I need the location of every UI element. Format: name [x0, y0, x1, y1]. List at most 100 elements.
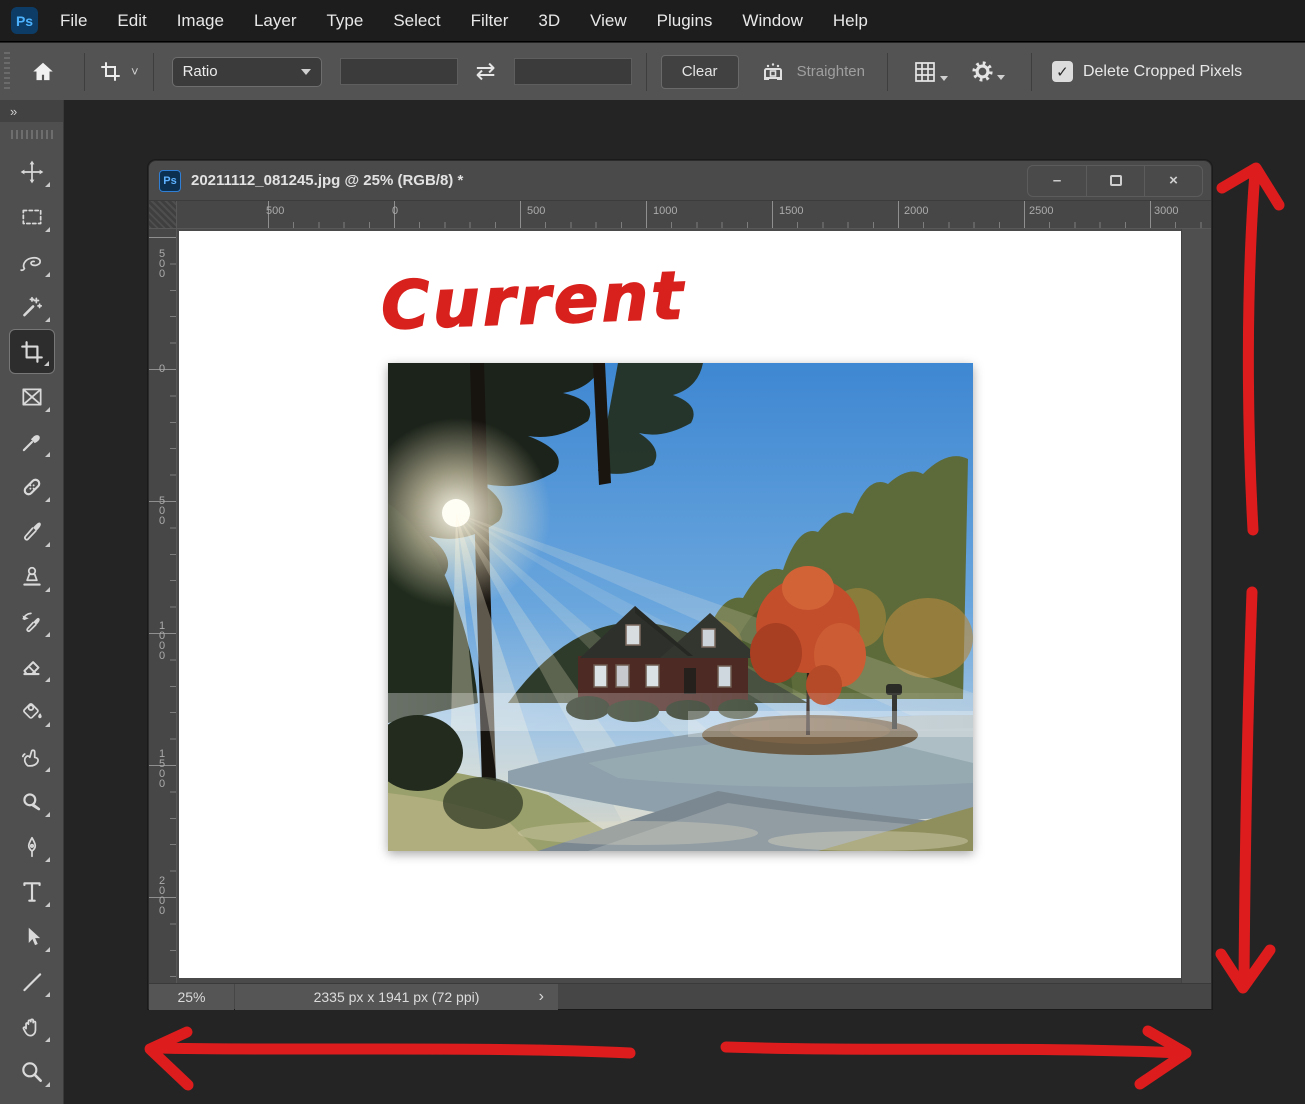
status-chevron-icon[interactable]: ›: [539, 988, 544, 1006]
home-icon[interactable]: [30, 59, 56, 85]
tool-brush[interactable]: [9, 509, 55, 554]
delete-cropped-pixels-label: Delete Cropped Pixels: [1082, 62, 1243, 80]
clear-button[interactable]: Clear: [660, 54, 739, 89]
canvas-area[interactable]: Current: [177, 229, 1211, 983]
magic-wand-icon: [22, 296, 42, 316]
current-annotation-text: Current: [380, 257, 687, 345]
menu-file[interactable]: File: [60, 11, 87, 31]
tool-clone-stamp[interactable]: [9, 554, 55, 599]
tool-rectangular-marquee[interactable]: [9, 194, 55, 239]
tool-magic-wand[interactable]: [9, 284, 55, 329]
pen-icon: [27, 836, 36, 857]
tool-history-brush[interactable]: [9, 599, 55, 644]
tool-spot-healing-brush[interactable]: [9, 464, 55, 509]
dodge-icon: [22, 792, 40, 810]
menu-layer[interactable]: Layer: [254, 11, 297, 31]
checkbox-checked-icon[interactable]: ✓: [1051, 61, 1073, 82]
ruler-mark: 1500: [158, 748, 166, 790]
menu-plugins[interactable]: Plugins: [657, 11, 713, 31]
minimize-button[interactable]: –: [1028, 166, 1086, 196]
document-titlebar[interactable]: Ps 20211112_081245.jpg @ 25% (RGB/8) * –…: [149, 161, 1211, 201]
tool-lasso[interactable]: [9, 239, 55, 284]
frame-icon: [21, 388, 42, 405]
red-arrow-left-head: [144, 1026, 194, 1091]
tool-line[interactable]: [9, 959, 55, 1004]
smudge-finger-icon: [21, 748, 39, 767]
canvas[interactable]: Current: [179, 231, 1181, 978]
crop-overlay-options-button[interactable]: [912, 59, 948, 85]
menu-bar: Ps File Edit Image Layer Type Select Fil…: [0, 0, 1305, 42]
tool-type[interactable]: [9, 869, 55, 914]
crop-icon: [20, 340, 43, 363]
bandaid-icon: [23, 478, 40, 495]
close-button[interactable]: ×: [1144, 165, 1202, 196]
menu-3d[interactable]: 3D: [538, 11, 560, 31]
ruler-mark: 1500: [779, 205, 804, 217]
swap-dimensions-icon[interactable]: ⇄: [476, 59, 496, 84]
ruler-mark: 2500: [1029, 205, 1054, 217]
photoshop-logo-icon[interactable]: Ps: [11, 7, 38, 34]
crop-settings-button[interactable]: [970, 59, 1005, 84]
photoshop-app: Ps File Edit Image Layer Type Select Fil…: [0, 0, 1305, 1104]
tool-eraser[interactable]: [9, 644, 55, 689]
straighten-control[interactable]: Straighten: [759, 58, 865, 86]
tools-panel: »: [0, 100, 64, 1104]
crop-width-input[interactable]: [339, 58, 458, 85]
tool-hand[interactable]: [9, 1004, 55, 1049]
tool-eyedropper[interactable]: [9, 419, 55, 464]
separator: [152, 52, 154, 91]
horizontal-ruler[interactable]: 500 0 500 1000 1500 2000 2500 3000: [177, 201, 1211, 229]
eraser-icon: [22, 660, 40, 675]
separator: [645, 52, 647, 91]
menu-view[interactable]: View: [590, 11, 627, 31]
eyedropper-icon: [22, 434, 40, 451]
maximize-button[interactable]: [1086, 165, 1144, 196]
tool-dodge[interactable]: [9, 779, 55, 824]
line-icon: [22, 972, 41, 991]
document-ps-icon: Ps: [159, 169, 181, 192]
chevron-down-icon: [300, 68, 311, 75]
tool-pen[interactable]: [9, 824, 55, 869]
tool-zoom[interactable]: [9, 1049, 55, 1094]
document-info[interactable]: 2335 px x 1941 px (72 ppi) ›: [235, 983, 558, 1010]
menu-window[interactable]: Window: [742, 11, 802, 31]
ruler-origin-corner[interactable]: [149, 201, 177, 229]
menu-select[interactable]: Select: [393, 11, 440, 31]
vertical-ruler[interactable]: 500 0 500 1000 1500 2000: [149, 229, 177, 983]
tool-paint-bucket[interactable]: [9, 689, 55, 734]
menu-type[interactable]: Type: [326, 11, 363, 31]
separator: [1030, 52, 1032, 91]
menu-filter[interactable]: Filter: [471, 11, 509, 31]
zoom-level-field[interactable]: 25%: [149, 983, 234, 1010]
ruler-mark: 2000: [904, 205, 929, 217]
tool-frame[interactable]: [9, 374, 55, 419]
toolbar-grip: [10, 130, 53, 139]
crop-height-input[interactable]: [513, 58, 632, 85]
stamp-icon: [22, 566, 41, 586]
delete-cropped-pixels-control[interactable]: ✓ Delete Cropped Pixels: [1051, 61, 1243, 82]
chevron-down-icon: [939, 75, 948, 81]
photo-image[interactable]: [388, 363, 973, 851]
tool-crop[interactable]: [8, 329, 55, 374]
menu-help[interactable]: Help: [833, 11, 868, 31]
ruler-mark: 500: [527, 205, 546, 217]
selection-arrow-icon: [28, 927, 40, 945]
tool-path-selection[interactable]: [9, 914, 55, 959]
tool-move[interactable]: [9, 149, 55, 194]
toolbar-expand-button[interactable]: »: [0, 100, 63, 122]
ruler-mark: 2000: [158, 875, 166, 917]
ruler-mark: 0: [158, 363, 166, 375]
paint-bucket-icon: [22, 702, 42, 719]
ruler-row: 500 0 500 1000 1500 2000 2500 3000: [149, 201, 1211, 229]
ruler-mark: 1000: [653, 205, 678, 217]
marquee-icon: [21, 209, 42, 224]
menu-edit[interactable]: Edit: [117, 11, 146, 31]
tool-smudge[interactable]: [9, 734, 55, 779]
crop-tool-preset[interactable]: ˅: [99, 60, 139, 84]
menu-image[interactable]: Image: [177, 11, 224, 31]
crop-ratio-dropdown[interactable]: Ratio: [171, 56, 322, 87]
chevron-down-icon: ˅: [131, 64, 139, 79]
vertical-scrollbar[interactable]: [1181, 229, 1211, 983]
lasso-icon: [19, 256, 41, 271]
brush-icon: [23, 521, 41, 540]
